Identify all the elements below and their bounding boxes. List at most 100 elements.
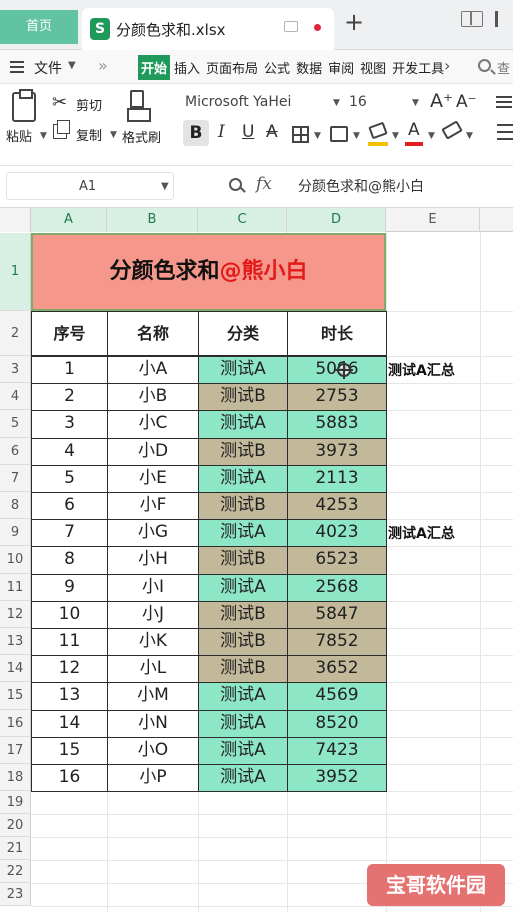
name-cell[interactable]: 小J [107,600,199,629]
chevron-down-icon[interactable]: ▼ [353,131,360,141]
serial-cell[interactable]: 8 [31,546,108,575]
paragraph-icon[interactable] [497,124,513,140]
category-cell[interactable]: 测试B [198,600,288,629]
category-cell[interactable]: 测试A [198,573,288,602]
category-cell[interactable]: 测试A [198,682,288,711]
name-cell[interactable]: 小N [107,709,199,738]
scissors-icon[interactable]: ✂ [52,92,67,113]
serial-cell[interactable]: 15 [31,736,108,765]
duration-cell[interactable]: 6523 [287,546,387,575]
copy-icon[interactable] [53,120,70,139]
column-header-a[interactable]: A [31,208,107,232]
serial-cell[interactable]: 7 [31,519,108,548]
row-header-22[interactable]: 22 [0,860,31,884]
tab-page-layout[interactable]: 页面布局 [204,55,260,80]
fill-color-swatch[interactable] [368,142,388,146]
chevron-down-icon[interactable]: ▼ [412,98,419,108]
category-cell[interactable]: 测试A [198,764,288,793]
row-header-7[interactable]: 7 [0,464,31,492]
row-header-19[interactable]: 19 [0,791,31,815]
tab-insert[interactable]: 插入 [172,55,202,80]
unsaved-dot-icon[interactable] [314,24,321,31]
duration-cell[interactable]: 2113 [287,464,387,493]
tab-view[interactable]: 视图 [358,55,388,80]
category-cell[interactable]: 测试A [198,709,288,738]
row-header-6[interactable]: 6 [0,437,31,465]
font-size-select[interactable]: 16 [349,94,367,110]
duration-cell[interactable]: 4023 [287,519,387,548]
category-cell[interactable]: 测试A [198,736,288,765]
increase-font-icon[interactable]: A⁺ [430,90,453,112]
category-cell[interactable]: 测试A [198,356,288,385]
hamburger-menu-icon[interactable] [10,61,24,73]
underline-button[interactable]: U [242,122,254,142]
name-cell[interactable]: 小A [107,356,199,385]
clipboard-icon[interactable] [12,89,36,122]
row-header-12[interactable]: 12 [0,600,31,628]
row-header-16[interactable]: 16 [0,709,31,737]
column-header-b[interactable]: B [107,208,198,232]
row-header-8[interactable]: 8 [0,492,31,520]
search-label[interactable]: 查 [497,58,510,77]
name-cell[interactable]: 小L [107,655,199,684]
category-cell[interactable]: 测试B [198,628,288,657]
double-chevron-icon[interactable]: » [98,56,108,75]
spreadsheet-grid[interactable]: ABCDE 1 2 3 4 5 6 7 8 9 10 11 12 13 14 15 16 17 18 19 20 21 2… [0,208,513,912]
duration-cell[interactable]: 4569 [287,682,387,711]
row-header-10[interactable]: 10 [0,546,31,574]
serial-cell[interactable]: 9 [31,573,108,602]
name-cell[interactable]: 小D [107,437,199,466]
document-tab[interactable]: S 分颜色求和.xlsx [82,8,334,50]
paste-button[interactable]: 粘贴 [6,126,32,145]
chevron-down-icon[interactable]: ▼ [314,131,321,141]
name-cell[interactable]: 小M [107,682,199,711]
table-header[interactable]: 序号 [31,311,108,356]
row-header-14[interactable]: 14 [0,655,31,683]
chevron-down-icon[interactable]: ▼ [110,130,117,140]
zoom-icon[interactable] [229,178,242,191]
name-cell[interactable]: 小G [107,519,199,548]
tab-review[interactable]: 审阅 [326,55,356,80]
summary-label[interactable]: 测试A汇总 [388,360,455,380]
chevron-down-icon[interactable]: ▼ [428,131,435,141]
borders-icon[interactable] [292,126,309,143]
chevron-down-icon[interactable]: ▼ [466,131,473,141]
name-cell[interactable]: 小O [107,736,199,765]
duration-cell[interactable]: 2753 [287,383,387,412]
duration-cell[interactable]: 8520 [287,709,387,738]
window-control-icon[interactable] [495,11,498,27]
serial-cell[interactable]: 6 [31,492,108,521]
search-icon[interactable] [478,59,491,72]
category-cell[interactable]: 测试A [198,410,288,439]
chevron-down-icon[interactable]: ▼ [333,98,340,108]
row-header-3[interactable]: 3 [0,356,31,384]
tab-home[interactable]: 开始 [138,55,171,80]
font-color-button[interactable]: A [408,120,420,140]
name-cell[interactable]: 小F [107,492,199,521]
duration-cell[interactable]: 2568 [287,573,387,602]
category-cell[interactable]: 测试B [198,492,288,521]
table-header[interactable]: 名称 [107,311,199,356]
column-header-c[interactable]: C [198,208,287,232]
font-name-select[interactable]: Microsoft YaHei [185,94,291,110]
title-cell[interactable]: 分颜色求和@熊小白 [31,233,386,311]
row-header-17[interactable]: 17 [0,736,31,764]
duration-cell[interactable]: 3952 [287,764,387,793]
serial-cell[interactable]: 13 [31,682,108,711]
name-cell[interactable]: 小E [107,464,199,493]
serial-cell[interactable]: 16 [31,764,108,793]
row-header-13[interactable]: 13 [0,628,31,656]
serial-cell[interactable]: 10 [31,600,108,629]
duration-cell[interactable]: 3652 [287,655,387,684]
table-header[interactable]: 分类 [198,311,288,356]
serial-cell[interactable]: 1 [31,356,108,385]
row-header-18[interactable]: 18 [0,764,31,792]
bold-button[interactable]: B [183,120,209,146]
row-header-20[interactable]: 20 [0,814,31,838]
duration-cell[interactable]: 3973 [287,437,387,466]
name-cell[interactable]: 小C [107,410,199,439]
row-header-21[interactable]: 21 [0,837,31,861]
category-cell[interactable]: 测试B [198,383,288,412]
serial-cell[interactable]: 5 [31,464,108,493]
serial-cell[interactable]: 14 [31,709,108,738]
